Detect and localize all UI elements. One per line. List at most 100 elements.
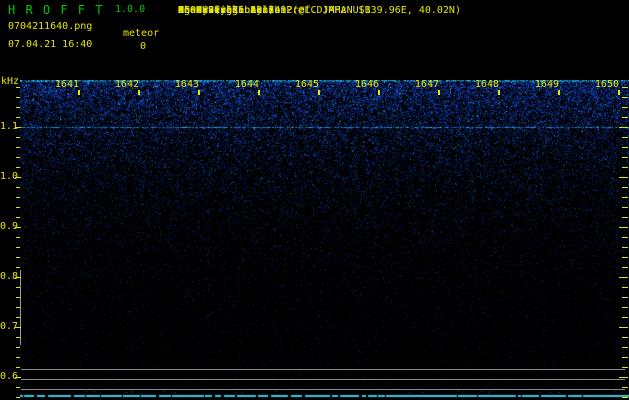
time-tick	[138, 90, 140, 95]
freq-tick-left	[16, 197, 20, 198]
freq-tick-left	[16, 257, 20, 258]
freq-tick-label: 0.6	[0, 371, 19, 382]
freq-tick-right	[622, 287, 628, 288]
freq-tick-right	[622, 347, 628, 348]
freq-tick-left	[16, 107, 20, 108]
freq-tick-label: 0.9	[0, 221, 19, 232]
freq-tick-right	[622, 137, 628, 138]
freq-tick-right	[622, 267, 628, 268]
freq-tick-left	[16, 247, 20, 248]
freq-tick-right	[622, 367, 628, 368]
freq-tick-right	[622, 247, 628, 248]
freq-tick-right	[619, 327, 628, 328]
freq-tick-right	[622, 197, 628, 198]
freq-tick-left	[16, 347, 20, 348]
time-tick	[438, 90, 440, 95]
freq-tick-left	[16, 337, 20, 338]
meteor-count: 0	[140, 41, 147, 52]
freq-tick-left	[16, 207, 20, 208]
freq-tick-left	[16, 187, 20, 188]
freq-tick-label: 0.7	[0, 321, 19, 332]
freq-tick-left	[16, 117, 20, 118]
time-tick-label: 1641	[54, 79, 79, 90]
time-tick	[198, 90, 200, 95]
freq-tick-right	[619, 177, 628, 178]
freq-tick-right	[622, 187, 628, 188]
freq-tick-left	[16, 237, 20, 238]
freq-tick-left	[16, 157, 20, 158]
freq-tick-left	[16, 367, 20, 368]
freq-tick-right	[622, 107, 628, 108]
freq-tick-left	[16, 167, 20, 168]
time-tick-label: 1642	[114, 79, 139, 90]
freq-tick-right	[622, 167, 628, 168]
freq-tick-left	[16, 217, 20, 218]
time-tick-label: 1645	[294, 79, 319, 90]
time-tick-label: 1644	[234, 79, 259, 90]
freq-tick-left	[15, 227, 21, 228]
freq-tick-right	[622, 237, 628, 238]
freq-tick-left	[16, 267, 20, 268]
freq-tick-right	[622, 217, 628, 218]
freq-tick-right	[619, 227, 628, 228]
freq-tick-right	[622, 147, 628, 148]
freq-tick-right	[622, 307, 628, 308]
freq-tick-left	[16, 307, 20, 308]
time-tick-label: 1646	[354, 79, 379, 90]
freq-tick-left	[16, 87, 20, 88]
mode-label: meteor	[123, 28, 160, 39]
freq-tick-left	[16, 317, 20, 318]
time-tick	[378, 90, 380, 95]
time-tick-label: 1649	[534, 79, 559, 90]
freq-tick-left	[16, 287, 20, 288]
freq-tick-label: 1.0	[0, 171, 19, 182]
time-tick-label: 1650	[594, 79, 619, 90]
freq-tick-label: 1.1	[0, 121, 19, 132]
time-tick	[318, 90, 320, 95]
freq-tick-right	[619, 377, 628, 378]
freq-tick-right	[622, 317, 628, 318]
capture-datetime: 07.04.21 16:40	[8, 39, 93, 50]
freq-tick-left	[16, 137, 20, 138]
reference-line	[21, 389, 625, 390]
app-title: H R O F F T	[8, 3, 104, 17]
y-axis-unit-label: kHz	[1, 76, 20, 87]
reference-line	[21, 369, 625, 370]
time-tick-label: 1648	[474, 79, 499, 90]
freq-tick-left	[16, 387, 20, 388]
freq-tick-left	[16, 97, 20, 98]
freq-tick-right	[622, 207, 628, 208]
time-tick-label: 1643	[174, 79, 199, 90]
freq-tick-right	[622, 87, 628, 88]
freq-tick-left	[16, 147, 20, 148]
output-filename: 0704211640.png	[8, 21, 93, 32]
freq-tick-right	[622, 387, 628, 388]
hrofft-screenshot: H R O F F T 1.0.0 0704211640.png meteor …	[0, 0, 629, 400]
freq-tick-left	[16, 297, 20, 298]
reference-line	[21, 379, 625, 380]
freq-tick-right	[622, 337, 628, 338]
freq-tick-label: 0.8	[0, 271, 19, 282]
freq-tick-right	[622, 297, 628, 298]
freq-tick-right	[622, 117, 628, 118]
freq-tick-left	[15, 327, 21, 328]
time-tick	[558, 90, 560, 95]
freq-tick-right	[619, 127, 628, 128]
freq-tick-left	[16, 397, 20, 398]
freq-tick-left	[15, 127, 21, 128]
freq-tick-left	[15, 377, 21, 378]
freq-tick-right	[622, 257, 628, 258]
info-colon: :	[178, 5, 185, 16]
station-info-row: Receiving antenna: A504HB(yagi 4el)	[178, 5, 280, 17]
time-tick	[618, 90, 620, 95]
freq-tick-right	[622, 397, 628, 398]
app-version: 1.0.0	[115, 4, 146, 15]
time-tick	[258, 90, 260, 95]
spectrogram-noise-canvas	[20, 80, 629, 400]
time-tick	[498, 90, 500, 95]
freq-tick-right	[622, 97, 628, 98]
freq-tick-left	[16, 357, 20, 358]
freq-tick-right	[622, 157, 628, 158]
signal-level-bar	[20, 270, 21, 345]
freq-tick-left	[15, 277, 21, 278]
